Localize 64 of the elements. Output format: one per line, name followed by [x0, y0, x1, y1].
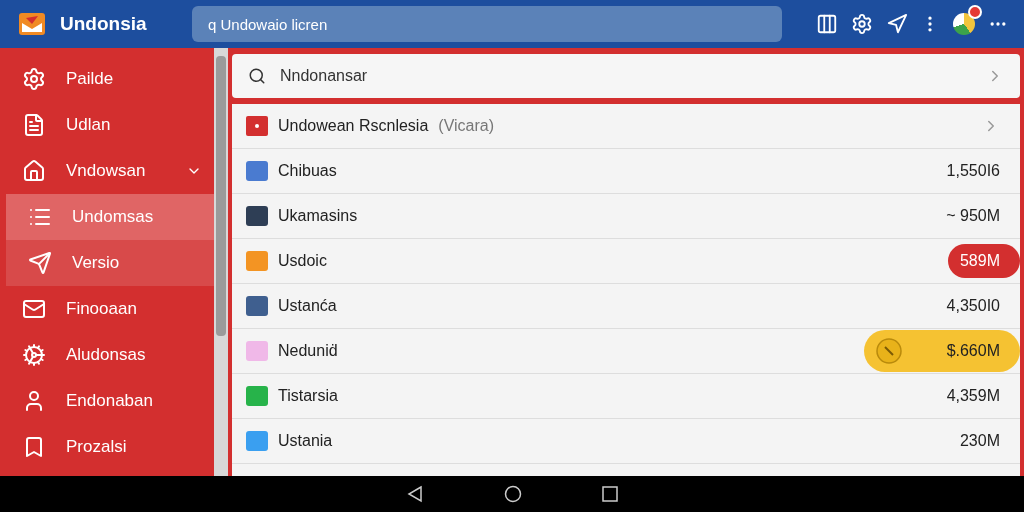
logo-icon	[18, 10, 46, 38]
list-row[interactable]: Ukamasins ~ 950M	[232, 194, 1020, 239]
row-value: ~ 950M	[946, 207, 1000, 225]
settings-icon[interactable]	[850, 13, 873, 35]
sidebar-item[interactable]: Udlan	[0, 102, 214, 148]
sidebar-label: Versio	[72, 253, 121, 273]
sidebar-item[interactable]: Prozalsi	[0, 424, 214, 470]
home-icon[interactable]	[504, 485, 522, 503]
recents-icon[interactable]	[602, 486, 618, 502]
sidebar-item[interactable]: Aludonsas	[0, 332, 214, 378]
row-value: 230M	[959, 432, 1000, 450]
list-row[interactable]: Ustanća 4,350I0	[232, 284, 1020, 329]
list-row[interactable]: Tistarsia 4,359M	[232, 374, 1020, 419]
sidebar-item[interactable]: Vndowsan	[0, 148, 214, 194]
row-value: 1,550I6	[946, 162, 1000, 180]
gear-icon	[22, 67, 46, 91]
gear-icon	[22, 343, 46, 367]
sidebar-item[interactable]: Versio	[6, 240, 214, 286]
sidebar-label: Udlan	[66, 115, 112, 135]
sidebar-label: Aludonsas	[66, 345, 147, 365]
row-name: Neduniḋ	[278, 342, 339, 360]
app-title: Undonsia	[60, 13, 148, 35]
sidebar-item[interactable]: Pailde	[0, 56, 214, 102]
envelope-icon	[22, 297, 46, 321]
search-icon	[248, 67, 266, 85]
sidebar-label: Prozalsi	[66, 437, 128, 457]
scrollbar-thumb[interactable]	[216, 56, 226, 337]
search-field[interactable]: Nndonansar	[232, 54, 1020, 98]
row-name: Ustanća	[278, 297, 338, 315]
sidebar-label: Pailde	[66, 69, 115, 89]
avatar-icon[interactable]	[953, 13, 976, 35]
search-field[interactable]: q Undowaio licren	[192, 6, 782, 42]
coin-icon	[876, 338, 902, 364]
sidebar-label: Undomsas	[72, 207, 155, 227]
list-header[interactable]: Undowean Rscnlesia (Vicara)	[232, 104, 1020, 149]
house-icon	[22, 159, 46, 183]
sidebar-item[interactable]: Endonaban	[0, 378, 214, 424]
value-pill: 589M	[947, 244, 1020, 278]
row-name: Ukamasins	[278, 207, 359, 225]
back-icon[interactable]	[406, 485, 424, 503]
list-row[interactable]: Neduniḋ $.660M	[232, 329, 1020, 374]
row-name: Ustania	[278, 432, 334, 450]
row-name: Tistarsia	[278, 387, 339, 405]
list-row[interactable]: Ustania 230M	[232, 419, 1020, 464]
search-text: Nndonansar	[280, 67, 369, 85]
list-row[interactable]: Chibuas 1,550I6	[232, 149, 1020, 194]
notification-badge	[968, 5, 983, 19]
paper-plane-icon	[28, 251, 52, 275]
row-name: Chibuas	[278, 162, 338, 180]
header-title: Undowean Rscnlesia	[278, 117, 429, 135]
columns-icon[interactable]	[816, 13, 838, 35]
list-row[interactable]: Usdoic 589M	[232, 239, 1020, 284]
row-value: 4,350I0	[946, 297, 1000, 315]
row-name: Usdoic	[278, 252, 328, 270]
sidebar-label: Vndowsan	[66, 161, 147, 181]
sidebar-label: Endonaban	[66, 391, 154, 411]
flag-icon	[246, 115, 268, 137]
value-pill: $.660M	[864, 330, 1020, 372]
sidebar-label: Finooaan	[66, 299, 138, 319]
header-note: (Vicara)	[438, 117, 495, 135]
row-value: 4,359M	[946, 387, 1000, 405]
arrow-icon[interactable]	[885, 13, 908, 35]
sidebar-item[interactable]: Finooaan	[0, 286, 214, 332]
document-icon	[22, 113, 46, 137]
